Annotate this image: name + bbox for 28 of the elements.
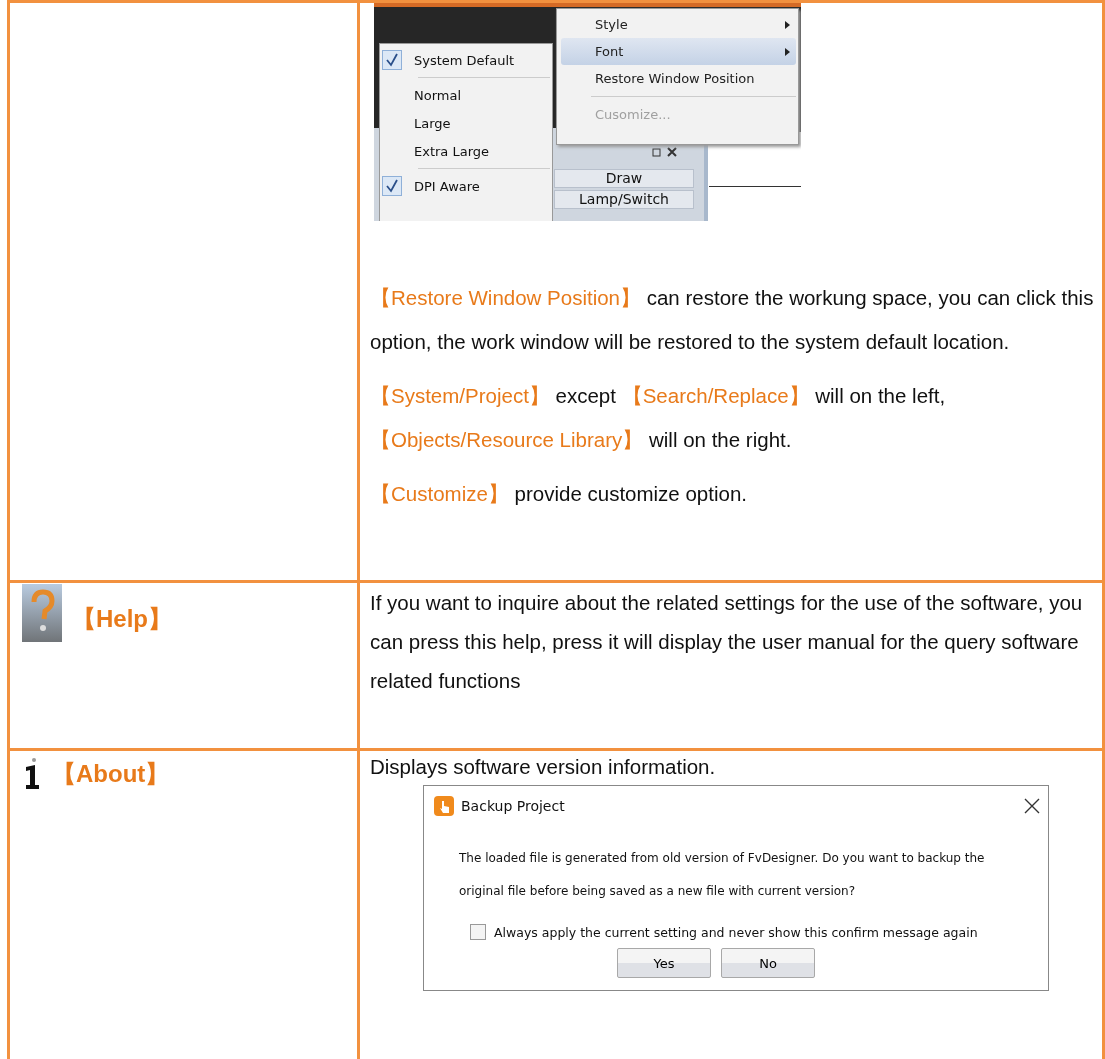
- submenu-arrow-icon: [785, 47, 790, 56]
- menu-item[interactable]: Extra Large: [382, 137, 550, 165]
- submenu-arrow-icon: [785, 20, 790, 29]
- help-icon: [22, 584, 62, 642]
- menu-item[interactable]: System Default: [382, 46, 550, 74]
- menu-item[interactable]: Style: [591, 11, 796, 38]
- dialog-title: Backup Project: [461, 798, 566, 814]
- dialog-button[interactable]: Yes: [617, 948, 711, 978]
- menu-option-label: 【Help】: [72, 604, 172, 634]
- menu-option-label: 【About】: [52, 759, 170, 789]
- dialog-button[interactable]: No: [721, 948, 815, 978]
- menu-item[interactable]: Normal: [382, 81, 550, 109]
- checkbox[interactable]: [470, 924, 486, 940]
- checkbox-label: Always apply the current setting and never show this confirm message again: [494, 924, 978, 940]
- menu-item[interactable]: Font: [561, 38, 796, 65]
- description-text: 【System/Project】 except 【Search/Replace】 will on the left, 【Objects/Resource Library】 will on the right.: [370, 383, 947, 453]
- description-text: 【Customize】 provide customize option.: [370, 481, 748, 507]
- close-icon[interactable]: [1024, 798, 1040, 814]
- panel-item[interactable]: Draw: [554, 169, 694, 188]
- description-text: 【Restore Window Position】 can restore the workung space, you can click this option, the work window will be restored to the system default location.: [370, 285, 1094, 355]
- description-text: If you want to inquire about the related settings for the use of the software, you can press this help, press it will display the user manual for the query software related functions: [370, 590, 1084, 694]
- description-text: Displays software version information.: [370, 754, 717, 780]
- menu-item[interactable]: Large: [382, 109, 550, 137]
- app-icon: [434, 796, 454, 816]
- menu-item[interactable]: DPI Aware: [382, 172, 550, 200]
- panel-item[interactable]: Lamp/Switch: [554, 190, 694, 209]
- menu-item[interactable]: Restore Window Position: [591, 65, 796, 92]
- dialog-message: The loaded file is generated from old version of FvDesigner. Do you want to backup the original file before being saved as a new file with current version?: [459, 850, 986, 900]
